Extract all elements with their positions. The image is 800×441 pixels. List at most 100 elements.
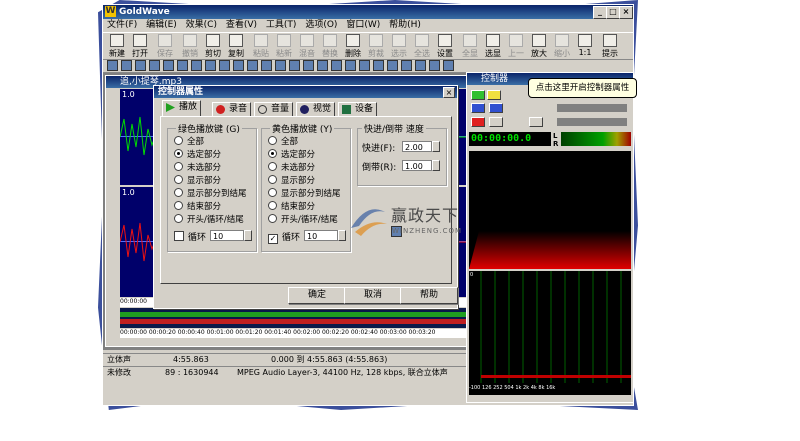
fast-forward-spinner[interactable] [432,141,440,152]
overview-waveform[interactable] [120,308,466,328]
effect-icon[interactable] [121,60,132,71]
effect-icon[interactable] [331,60,342,71]
effect-icon[interactable] [247,60,258,71]
green-option-end[interactable]: 结束部分 [174,200,221,212]
effect-icon[interactable] [401,60,412,71]
menu-file[interactable]: 文件(F) [107,19,137,32]
green-loop-spinner[interactable] [244,230,252,241]
paste-new-button[interactable]: 粘新 [274,34,294,58]
green-option-visible[interactable]: 显示部分 [174,174,221,186]
fast-forward-button[interactable] [489,103,503,113]
volume-slider[interactable] [557,104,627,112]
hint-button[interactable]: 提示 [600,34,620,58]
delete-button[interactable]: 删除 [343,34,363,58]
menu-view[interactable]: 查看(V) [226,19,257,32]
yellow-option-selection[interactable]: 选定部分 [268,148,315,160]
zoom-out-button[interactable]: 缩小 [552,34,572,58]
effect-icon[interactable] [415,60,426,71]
tab-visual[interactable]: 视觉 [296,102,336,116]
effect-icon[interactable] [345,60,356,71]
trim-button[interactable]: 剪裁 [366,34,386,58]
record-button[interactable] [471,117,485,127]
rewind-button[interactable] [471,103,485,113]
effect-icon[interactable] [289,60,300,71]
yellow-option-visible-to-end[interactable]: 显示部分到结尾 [268,187,341,199]
menu-window[interactable]: 窗口(W) [346,19,380,32]
yellow-option-visible[interactable]: 显示部分 [268,174,315,186]
settings-button[interactable]: 设置 [435,34,455,58]
play-green-button[interactable] [471,90,485,100]
effect-icon[interactable] [373,60,384,71]
tab-volume[interactable]: 音量 [254,102,294,116]
yellow-option-end[interactable]: 结束部分 [268,200,315,212]
effect-icon[interactable] [359,60,370,71]
effect-icon[interactable] [205,60,216,71]
green-option-all[interactable]: 全部 [174,135,204,147]
cut-button[interactable]: 剪切 [203,34,223,58]
dialog-close-button[interactable]: × [443,87,455,98]
green-option-visible-to-end[interactable]: 显示部分到结尾 [174,187,247,199]
ok-button[interactable]: 确定 [288,287,346,304]
effect-icon[interactable] [429,60,440,71]
undo-button[interactable]: 撤销 [180,34,200,58]
menu-effect[interactable]: 效果(C) [186,19,217,32]
green-loop-count-input[interactable]: 10 [210,230,244,241]
yellow-loop-checkbox[interactable]: ✓ 循环 [268,230,300,244]
effect-icon[interactable] [135,60,146,71]
green-loop-checkbox[interactable]: 循环 [174,230,206,243]
effect-icon[interactable] [443,60,454,71]
menu-options[interactable]: 选项(O) [305,19,337,32]
menu-tools[interactable]: 工具(T) [266,19,297,32]
effect-icon[interactable] [219,60,230,71]
effect-icon[interactable] [163,60,174,71]
menu-edit[interactable]: 编辑(E) [146,19,177,32]
effect-icon[interactable] [261,60,272,71]
maximize-button[interactable]: □ [606,6,620,19]
yellow-option-all[interactable]: 全部 [268,135,298,147]
minimize-button[interactable]: _ [593,6,607,19]
cancel-button[interactable]: 取消 [344,287,402,304]
effect-icon[interactable] [317,60,328,71]
rewind-spinner[interactable] [432,160,440,171]
show-selection-button[interactable]: 选显 [483,34,503,58]
green-option-selection[interactable]: 选定部分 [174,148,221,160]
tab-play[interactable]: 播放 [162,100,202,116]
zoom-in-button[interactable]: 放大 [529,34,549,58]
effect-icon[interactable] [387,60,398,71]
green-option-start-loop-end[interactable]: 开头/循环/结尾 [174,213,244,225]
fast-forward-speed-input[interactable]: 2.00 [402,141,432,152]
open-button[interactable]: 打开 [130,34,150,58]
tab-device[interactable]: 设备 [338,102,378,116]
properties-button[interactable] [529,117,543,127]
yellow-option-unselected[interactable]: 未选部分 [268,161,315,173]
effect-icon[interactable] [191,60,202,71]
previous-button[interactable]: 上一 [506,34,526,58]
effect-icon[interactable] [275,60,286,71]
tab-record[interactable]: 录音 [212,102,252,116]
effect-icon[interactable] [303,60,314,71]
effect-icon[interactable] [233,60,244,71]
close-button[interactable]: × [619,6,633,19]
new-button[interactable]: 新建 [107,34,127,58]
zoom-1-1-button[interactable]: 1:1 [575,34,595,58]
select-all-button[interactable]: 全选 [412,34,432,58]
copy-button[interactable]: 复制 [226,34,246,58]
effect-icon[interactable] [149,60,160,71]
yellow-loop-count-input[interactable]: 10 [304,230,338,241]
select-view-button[interactable]: 选示 [389,34,409,58]
yellow-option-start-loop-end[interactable]: 开头/循环/结尾 [268,213,338,225]
menu-help[interactable]: 帮助(H) [389,19,421,32]
stop-record-button[interactable] [489,117,503,127]
effect-icon[interactable] [177,60,188,71]
help-button[interactable]: 帮助 [400,287,458,304]
show-all-button[interactable]: 全显 [460,34,480,58]
save-button[interactable]: 保存 [155,34,175,58]
play-yellow-button[interactable] [487,90,501,100]
green-option-unselected[interactable]: 未选部分 [174,161,221,173]
rewind-speed-input[interactable]: 1.00 [402,160,432,171]
mix-button[interactable]: 混音 [297,34,317,58]
effect-icon[interactable] [107,60,118,71]
balance-slider[interactable] [557,118,627,126]
replace-button[interactable]: 替换 [320,34,340,58]
paste-button[interactable]: 粘贴 [251,34,271,58]
